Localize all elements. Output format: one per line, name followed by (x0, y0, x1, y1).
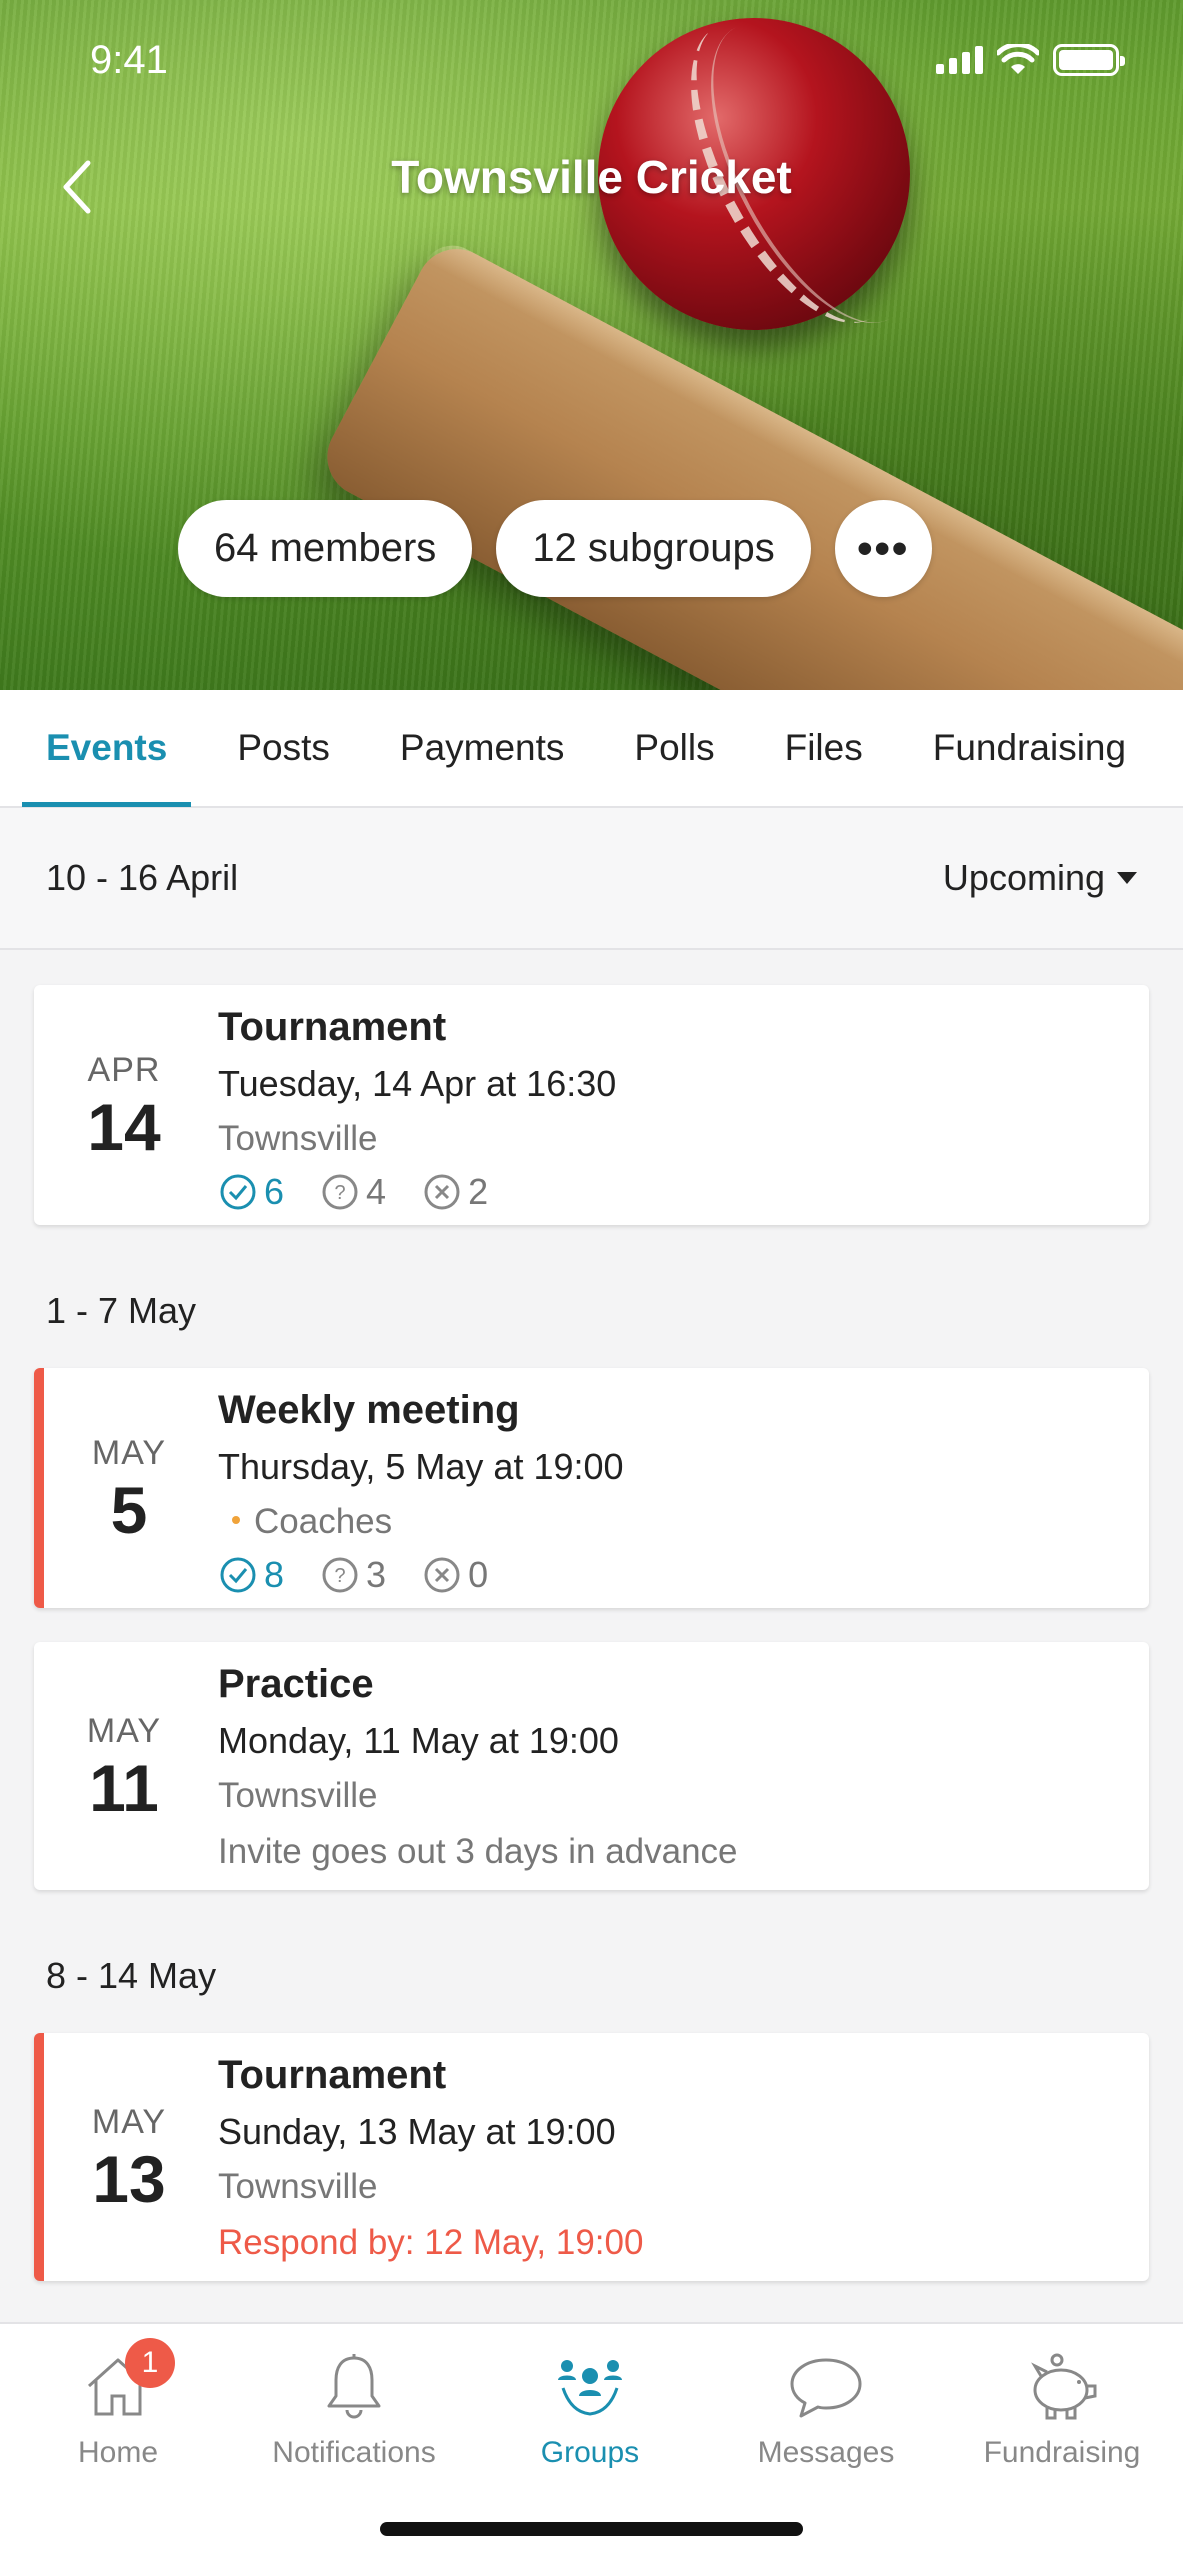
status-bar: 9:41 (0, 0, 1183, 130)
date-range-label: 10 - 16 April (46, 857, 239, 898)
event-location: Townsville (218, 2167, 378, 2206)
svg-text:?: ? (334, 1565, 345, 1587)
status-time: 9:41 (90, 38, 168, 82)
event-month: MAY (91, 1433, 167, 1472)
filter-label: Upcoming (942, 857, 1105, 898)
nav-label: Notifications (272, 2436, 436, 2469)
event-datetime: Thursday, 5 May at 19:00 (218, 1446, 624, 1487)
rsvp-counts: 6 ? 4 2 (218, 1171, 1129, 1213)
event-card[interactable]: MAY 13 Tournament Sunday, 13 May at 19:0… (34, 2033, 1149, 2281)
tab-bar: Events Posts Payments Polls Files Fundra… (0, 690, 1183, 808)
event-title: Tournament (218, 1005, 447, 1049)
nav-label: Fundraising (983, 2436, 1141, 2469)
event-subgroup: Coaches (218, 1502, 1129, 1542)
invite-note: Invite goes out 3 days in advance (218, 1832, 738, 1871)
event-month: APR (87, 1050, 161, 1089)
rsvp-declined: 2 (422, 1171, 488, 1213)
event-card[interactable]: APR 14 Tournament Tuesday, 14 Apr at 16:… (34, 985, 1149, 1225)
rsvp-going: 8 (218, 1554, 284, 1596)
date-range-bar: 10 - 16 April Upcoming (0, 808, 1183, 950)
piggy-bank-icon (1019, 2344, 1105, 2430)
tab-posts[interactable]: Posts (213, 689, 354, 807)
cellular-signal-icon (936, 46, 983, 74)
tab-fundraising[interactable]: Fundraising (909, 689, 1150, 807)
event-card[interactable]: MAY 11 Practice Monday, 11 May at 19:00 … (34, 1642, 1149, 1890)
x-circle-icon (424, 1174, 460, 1210)
groups-icon (547, 2344, 633, 2430)
rsvp-going: 6 (218, 1171, 284, 1213)
nav-home[interactable]: 1 Home (0, 2338, 236, 2470)
more-options-button[interactable]: ••• (834, 500, 932, 597)
event-date: MAY 13 (44, 2033, 214, 2281)
event-title: Practice (218, 1662, 374, 1706)
question-circle-icon: ? (322, 1557, 358, 1593)
event-location: Townsville (218, 1119, 378, 1158)
nav-label: Home (77, 2436, 159, 2469)
check-circle-icon (220, 1557, 256, 1593)
ellipsis-icon: ••• (857, 523, 910, 573)
event-title: Weekly meeting (218, 1388, 520, 1432)
nav-fundraising[interactable]: Fundraising (944, 2344, 1180, 2470)
nav-label: Messages (757, 2436, 895, 2469)
nav-label: Groups (540, 2436, 640, 2469)
svg-text:?: ? (334, 1182, 345, 1204)
page-title: Townsville Cricket (391, 151, 792, 203)
home-icon: 1 (75, 2338, 175, 2430)
check-circle-icon (220, 1174, 256, 1210)
rsvp-maybe: ? 3 (320, 1554, 386, 1596)
x-circle-icon (424, 1557, 460, 1593)
rsvp-counts: 8 ? 3 0 (218, 1554, 1129, 1596)
event-card[interactable]: MAY 5 Weekly meeting Thursday, 5 May at … (34, 1368, 1149, 1608)
week-group-label: 1 - 7 May (46, 1290, 197, 1331)
members-button[interactable]: 64 members (178, 500, 473, 597)
tab-payments[interactable]: Payments (376, 689, 589, 807)
event-date: MAY 11 (34, 1642, 214, 1890)
event-datetime: Sunday, 13 May at 19:00 (218, 2111, 616, 2152)
home-indicator (380, 2522, 803, 2536)
upcoming-filter-dropdown[interactable]: Upcoming (943, 857, 1137, 899)
event-location: Townsville (218, 1776, 378, 1815)
event-month: MAY (86, 1711, 162, 1750)
week-group-label: 8 - 14 May (46, 1955, 217, 1996)
subgroup-dot-icon (232, 1515, 240, 1524)
rsvp-declined: 0 (422, 1554, 488, 1596)
respond-deadline: Respond by: 12 May, 19:00 (218, 2223, 644, 2262)
event-day: 5 (110, 1472, 148, 1547)
chat-bubble-icon (783, 2344, 869, 2430)
event-title: Tournament (218, 2053, 447, 2097)
event-datetime: Monday, 11 May at 19:00 (218, 1720, 619, 1761)
rsvp-maybe: ? 4 (320, 1171, 386, 1213)
question-circle-icon: ? (322, 1174, 358, 1210)
wifi-icon (997, 44, 1039, 74)
nav-notifications[interactable]: Notifications (236, 2344, 472, 2470)
tab-files[interactable]: Files (761, 689, 887, 807)
event-day: 14 (87, 1089, 161, 1164)
notification-badge: 1 (125, 2338, 175, 2388)
nav-groups[interactable]: Groups (472, 2344, 708, 2470)
caret-down-icon (1117, 872, 1137, 884)
event-date: MAY 5 (44, 1368, 214, 1608)
battery-icon (1053, 44, 1125, 76)
event-day: 11 (89, 1750, 159, 1825)
nav-messages[interactable]: Messages (708, 2344, 944, 2470)
event-date: APR 14 (34, 985, 214, 1225)
tab-polls[interactable]: Polls (610, 689, 738, 807)
tab-events[interactable]: Events (22, 689, 192, 807)
subgroups-button[interactable]: 12 subgroups (496, 500, 811, 597)
event-datetime: Tuesday, 14 Apr at 16:30 (218, 1063, 617, 1104)
event-day: 13 (92, 2141, 166, 2216)
bell-icon (311, 2344, 397, 2430)
event-month: MAY (91, 2102, 167, 2141)
